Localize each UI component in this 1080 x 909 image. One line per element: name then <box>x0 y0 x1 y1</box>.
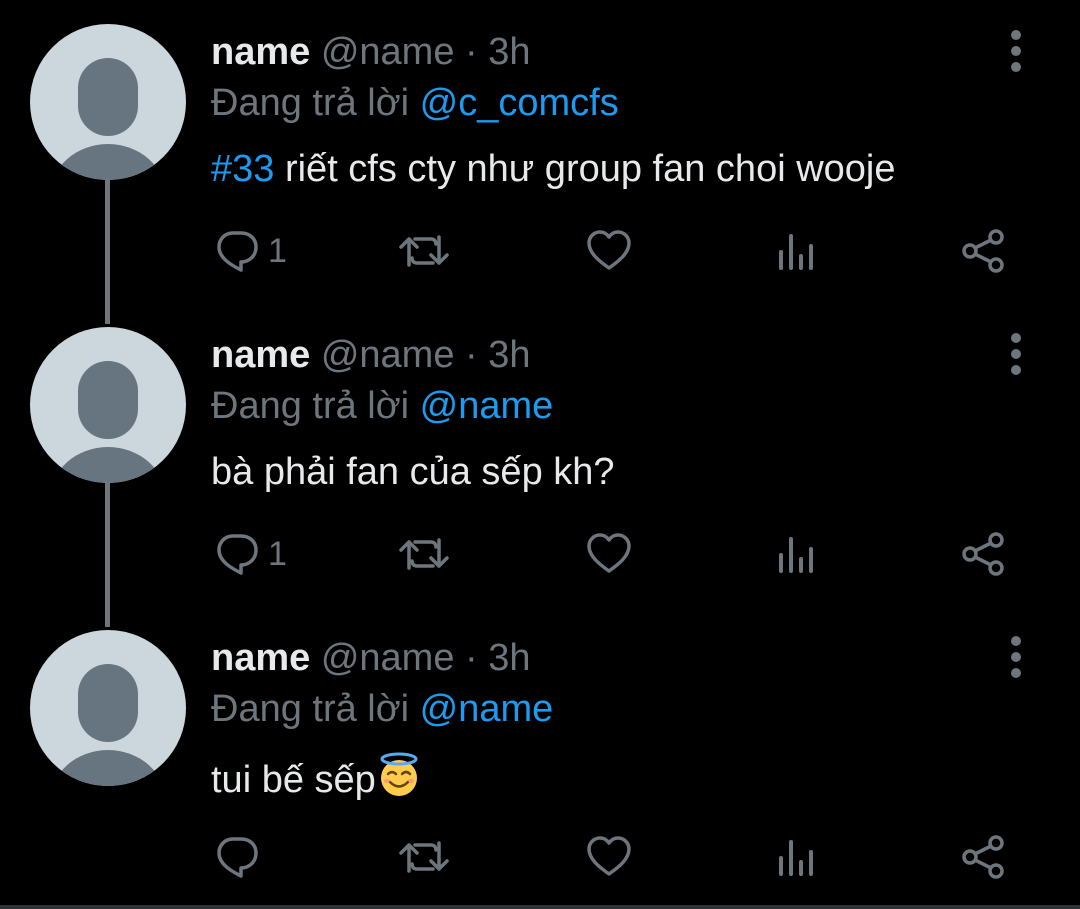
user-handle[interactable]: @name <box>321 637 455 679</box>
retweet-icon <box>399 538 449 570</box>
timestamp[interactable]: 3h <box>488 31 530 73</box>
tweet-text: #33 riết cfs cty như group fan choi wooj… <box>211 146 896 192</box>
reply-mention-link[interactable]: @c_comcfs <box>420 82 619 124</box>
tweet-text: bà phải fan của sếp kh? <box>211 451 615 493</box>
share-button[interactable] <box>960 226 1006 276</box>
retweet-icon <box>399 841 449 873</box>
replying-to-label: Đang trả lời <box>211 82 410 124</box>
tweet-actions: 1 <box>0 226 1080 276</box>
like-button[interactable] <box>585 529 633 579</box>
share-icon <box>962 835 1004 879</box>
tweet-actions: 1 <box>0 529 1080 579</box>
user-handle[interactable]: @name <box>321 334 455 376</box>
avatar[interactable] <box>30 630 186 786</box>
retweet-icon <box>399 235 449 267</box>
timestamp[interactable]: 3h <box>488 637 530 679</box>
analytics-icon <box>779 537 813 573</box>
retweet-button[interactable] <box>398 529 450 579</box>
reply-button[interactable]: 1 <box>214 529 287 579</box>
tweet[interactable]: name @name · 3h Đang trả lời @c_comcfs #… <box>0 0 1080 324</box>
reply-count: 1 <box>268 231 287 270</box>
share-button[interactable] <box>960 529 1006 579</box>
reply-mention-link[interactable]: @name <box>420 385 554 427</box>
default-avatar-icon <box>52 664 164 786</box>
replying-to: Đang trả lời @name <box>211 384 553 428</box>
default-avatar-icon <box>52 58 164 180</box>
display-name[interactable]: name <box>211 31 310 73</box>
display-name[interactable]: name <box>211 637 310 679</box>
reply-icon <box>217 837 258 878</box>
replying-to-label: Đang trả lời <box>211 688 410 730</box>
like-button[interactable] <box>585 226 633 276</box>
divider <box>0 905 1080 909</box>
reply-count: 1 <box>268 534 287 573</box>
tweet-text-content: riết cfs cty như group fan choi wooje <box>274 148 896 190</box>
replying-to: Đang trả lời @c_comcfs <box>211 81 619 125</box>
like-icon <box>587 836 631 876</box>
tweet-actions <box>0 832 1080 882</box>
like-icon <box>587 230 631 270</box>
avatar[interactable] <box>30 24 186 180</box>
analytics-button[interactable] <box>776 832 816 882</box>
share-icon <box>962 229 1004 273</box>
analytics-icon <box>779 840 813 876</box>
tweet-header: name @name · 3h <box>211 30 531 74</box>
tweet-text: tui bế sếp <box>211 752 422 803</box>
analytics-button[interactable] <box>776 226 816 276</box>
share-icon <box>962 532 1004 576</box>
reply-icon <box>217 534 258 575</box>
reply-mention-link[interactable]: @name <box>420 688 554 730</box>
separator-dot: · <box>465 637 478 679</box>
more-icon[interactable] <box>1000 331 1032 377</box>
timestamp[interactable]: 3h <box>488 334 530 376</box>
more-icon[interactable] <box>1000 634 1032 680</box>
separator-dot: · <box>465 31 478 73</box>
like-button[interactable] <box>585 832 633 882</box>
retweet-button[interactable] <box>398 226 450 276</box>
display-name[interactable]: name <box>211 334 310 376</box>
replying-to: Đang trả lời @name <box>211 687 553 731</box>
replying-to-label: Đang trả lời <box>211 385 410 427</box>
tweet[interactable]: name @name · 3h Đang trả lời @name tui b… <box>0 606 1080 909</box>
reply-button[interactable]: 1 <box>214 226 287 276</box>
tweet[interactable]: name @name · 3h Đang trả lời @name bà ph… <box>0 303 1080 627</box>
tweet-header: name @name · 3h <box>211 636 531 680</box>
analytics-icon <box>779 234 813 270</box>
avatar[interactable] <box>30 327 186 483</box>
tweet-header: name @name · 3h <box>211 333 531 377</box>
user-handle[interactable]: @name <box>321 31 455 73</box>
reply-icon <box>217 231 258 272</box>
like-icon <box>587 533 631 573</box>
reply-button[interactable] <box>214 832 268 882</box>
default-avatar-icon <box>52 361 164 483</box>
smiling-face-with-halo-emoji <box>380 752 418 796</box>
retweet-button[interactable] <box>398 832 450 882</box>
analytics-button[interactable] <box>776 529 816 579</box>
separator-dot: · <box>465 334 478 376</box>
more-icon[interactable] <box>1000 28 1032 74</box>
tweet-text-content: tui bế sếp <box>211 759 376 801</box>
share-button[interactable] <box>960 832 1006 882</box>
hashtag-link[interactable]: #33 <box>211 148 274 190</box>
